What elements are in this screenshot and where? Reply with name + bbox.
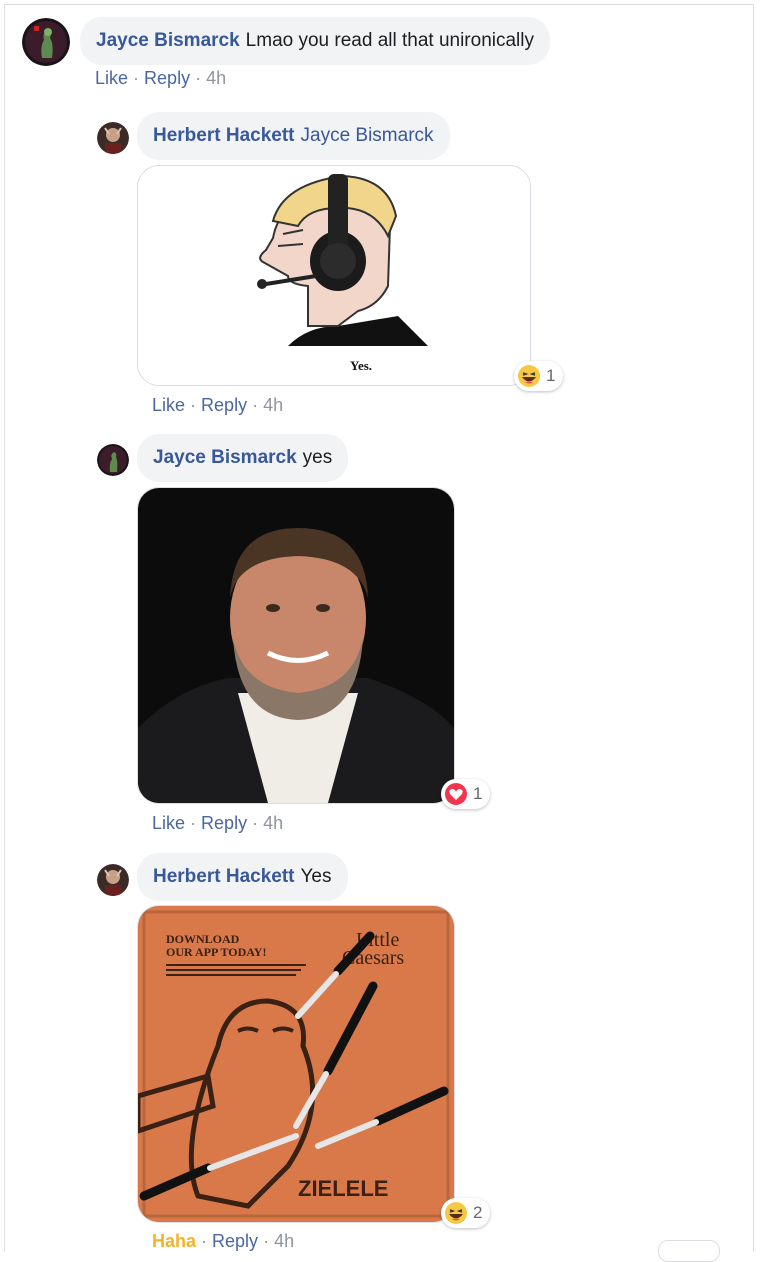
reply-text: yes [302,447,333,468]
box-headline-1: DOWNLOAD [166,932,240,946]
reaction-count: 2 [473,1203,483,1222]
reply-link[interactable]: Reply [212,1231,258,1251]
reply-time[interactable]: 4h [263,813,283,833]
reaction-badge[interactable]: 1 [441,779,491,809]
meme-caption: Yes. [350,358,372,373]
comment-actions: Like · Reply · 4h [95,68,226,89]
photo-drawing: DOWNLOAD OUR APP TODAY! Little Caesars Z… [138,906,454,1222]
dot-separator: · [263,1231,275,1251]
reply-text: Yes [300,866,332,887]
dot-separator: · [190,395,202,415]
feed-border-left [4,4,5,1252]
reply-link[interactable]: Reply [201,395,247,415]
dot-separator: · [252,395,264,415]
avatar-herbert-hackett[interactable] [97,122,129,154]
avatar-herbert-hackett[interactable] [97,864,129,896]
reply-bubble: Jayce Bismarck yes [137,434,349,482]
reply-actions: Like · Reply · 4h [152,395,283,416]
reply-link[interactable]: Reply [144,68,190,88]
haha-icon [444,1201,468,1225]
comment-time[interactable]: 4h [206,68,226,88]
dot-separator: · [252,813,264,833]
reply-bubble: Herbert Hackett Yes [137,853,348,901]
bearded-man-photo[interactable] [137,487,455,804]
reaction-badge[interactable]: 2 [441,1198,491,1228]
comment-author[interactable]: Jayce Bismarck [96,29,240,53]
reaction-badge[interactable]: 1 [514,361,564,391]
mention-tag[interactable]: Jayce Bismarck [301,124,434,148]
pizza-box-knives-photo[interactable]: DOWNLOAD OUR APP TODAY! Little Caesars Z… [137,905,455,1223]
reaction-count: 1 [546,366,556,385]
reply-time[interactable]: 4h [263,395,283,415]
love-icon [444,782,468,806]
reply-actions: Like · Reply · 4h [152,813,283,834]
svg-text:ZIELELE: ZIELELE [298,1176,388,1201]
comment-text: Lmao you read all that unironically [245,30,535,51]
partial-button[interactable] [658,1240,720,1262]
reply-actions: Haha · Reply · 4h [152,1231,294,1252]
like-link[interactable]: Like [95,68,128,88]
chad-headset-meme[interactable]: Yes. [137,165,531,386]
reply-author[interactable]: Herbert Hackett [153,865,295,889]
avatar-jayce-bismarck[interactable] [97,444,129,476]
box-headline-2: OUR APP TODAY! [166,945,266,959]
dot-separator: · [133,68,145,88]
dot-separator: · [195,68,207,88]
reply-bubble: Herbert Hackett Jayce Bismarck [137,112,450,160]
comment-bubble: Jayce Bismarck Lmao you read all that un… [80,17,551,65]
haha-link[interactable]: Haha [152,1231,196,1251]
haha-icon [517,364,541,388]
feed-border-top [4,4,754,5]
dot-separator: · [190,813,202,833]
reply-author[interactable]: Herbert Hackett [153,124,295,148]
avatar-jayce-bismarck[interactable] [22,18,70,66]
reply-author[interactable]: Jayce Bismarck [153,446,297,470]
reply-time[interactable]: 4h [274,1231,294,1251]
meme-drawing: Yes. [138,166,530,385]
reply-link[interactable]: Reply [201,813,247,833]
dot-separator: · [201,1231,213,1251]
like-link[interactable]: Like [152,395,185,415]
reaction-count: 1 [473,784,483,803]
photo-drawing [138,488,454,803]
feed-border-right [753,4,754,1252]
like-link[interactable]: Like [152,813,185,833]
